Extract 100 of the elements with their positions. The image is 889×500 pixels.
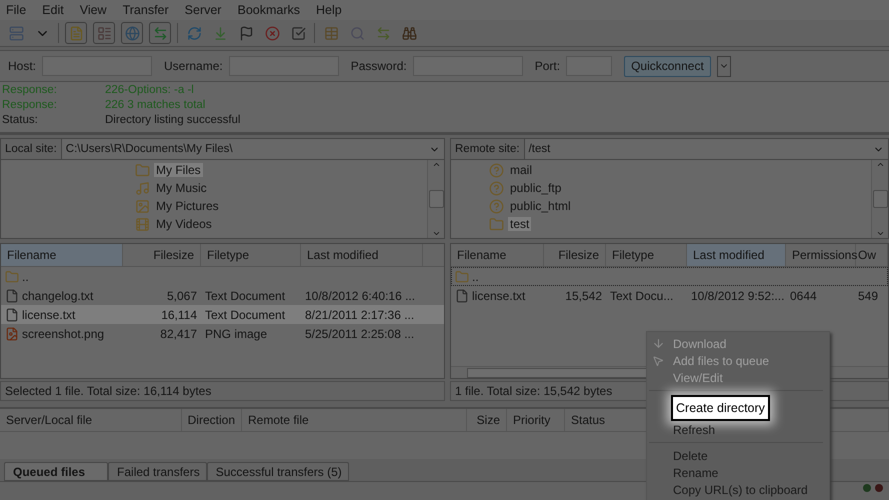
table-cell: Text Docu...	[610, 288, 674, 302]
tree-item[interactable]: My Files	[154, 163, 203, 177]
menu-item[interactable]: Help	[316, 3, 342, 17]
scroll-thumb[interactable]	[428, 190, 444, 208]
column-header[interactable]: Remote file	[242, 409, 467, 431]
image-file-icon	[5, 326, 19, 340]
table-cell: 16,114	[161, 308, 197, 322]
column-header[interactable]: Filetype	[201, 244, 301, 266]
log-message: Directory listing successful	[105, 114, 242, 128]
table-cell: PNG image	[205, 326, 268, 340]
table-cell: 5/25/2011 2:25:08 ...	[305, 326, 414, 340]
tree-item[interactable]: My Videos	[154, 217, 214, 231]
scroll-up-icon[interactable]	[432, 160, 440, 169]
file-row[interactable]: screenshot.png 82,417 PNG image 5/25/2011 2:25:08 ...	[1, 324, 444, 343]
scrollbar[interactable]	[427, 160, 444, 238]
path-combobox[interactable]: C:\Users\R\Documents\My Files\	[62, 139, 444, 159]
table-cell: 15,542	[565, 288, 602, 302]
column-header[interactable]: Permissions	[786, 244, 856, 266]
column-header[interactable]: Filesize	[544, 244, 606, 266]
menu-item[interactable]: Copy URL(s) to clipboard	[673, 482, 808, 496]
column-header[interactable]: Filename	[1, 244, 123, 266]
file-row[interactable]: changelog.txt 5,067 Text Document 10/8/2012 6:40:16 ...	[1, 286, 444, 305]
scroll-thumb[interactable]	[872, 190, 888, 208]
tree-item[interactable]: mail	[508, 163, 534, 177]
folder-icon	[455, 270, 469, 284]
file-row[interactable]: ..	[1, 267, 444, 286]
log-label: Status:	[2, 114, 39, 128]
menu-item[interactable]: Create directory	[671, 395, 770, 421]
document-icon	[5, 308, 19, 322]
document-icon	[5, 288, 19, 302]
file-row[interactable]: ..	[451, 267, 888, 286]
document-icon	[455, 288, 469, 302]
file-name: ..	[22, 270, 29, 284]
path-combobox[interactable]: /test	[524, 139, 888, 159]
column-header[interactable]: Filename	[451, 244, 544, 266]
column-header[interactable]: Size	[467, 409, 507, 431]
log-message: 226-Options: -a -l	[105, 84, 195, 98]
menu-item[interactable]: Rename	[673, 466, 718, 480]
video-folder-icon	[135, 216, 150, 232]
field-label: Username:	[164, 59, 223, 73]
file-name: license.txt	[22, 308, 76, 322]
column-header[interactable]: Server/Local file	[0, 409, 182, 431]
scroll-down-icon[interactable]	[876, 229, 884, 238]
file-name: license.txt	[472, 288, 526, 302]
column-header[interactable]: Ow	[856, 244, 888, 266]
tree-item[interactable]: public_html	[508, 199, 573, 213]
table-cell: 549	[858, 288, 878, 302]
music-folder-icon	[135, 180, 150, 196]
field-label: Password:	[350, 59, 407, 73]
question-folder-icon	[489, 162, 504, 178]
log-label: Response:	[2, 99, 58, 113]
file-row[interactable]: license.txt 16,114 Text Document 8/21/2011 2:17:36 ...	[1, 305, 444, 324]
menu-item[interactable]: View	[80, 3, 107, 17]
tab[interactable]: Queued files	[4, 462, 108, 481]
tree-item[interactable]: test	[508, 217, 532, 231]
pointer-icon	[652, 354, 664, 366]
scroll-up-icon[interactable]	[876, 160, 884, 169]
tab[interactable]: Successful transfers (5)	[206, 462, 349, 481]
table-cell: Text Document	[205, 308, 286, 322]
file-name: screenshot.png	[22, 326, 104, 340]
tree-item[interactable]: My Music	[154, 181, 209, 195]
table-cell: 10/8/2012 9:52:...	[691, 288, 784, 302]
scroll-down-icon[interactable]	[432, 229, 440, 238]
scrollbar[interactable]	[871, 160, 888, 238]
folder-icon	[5, 270, 19, 284]
question-folder-icon	[489, 198, 504, 214]
tab[interactable]: Failed transfers	[108, 462, 207, 481]
dropdown-button[interactable]	[716, 56, 731, 76]
status-text: Selected 1 file. Total size: 16,114 bytes	[0, 381, 445, 401]
tree-item[interactable]: public_ftp	[508, 181, 564, 195]
file-name: ..	[472, 270, 479, 284]
folder-icon	[489, 216, 504, 232]
file-row[interactable]: license.txt 15,542 Text Docu... 10/8/2012 9:52:... 0644 549	[451, 286, 888, 305]
file-name: changelog.txt	[22, 288, 94, 302]
column-header[interactable]: Priority	[507, 409, 565, 431]
tree-item[interactable]: My Pictures	[154, 199, 221, 213]
field-label: Host:	[8, 59, 36, 73]
pictures-folder-icon	[135, 198, 150, 214]
menu-item[interactable]: File	[6, 3, 26, 17]
table-cell: 5,067	[166, 288, 197, 302]
menu-item[interactable]: Edit	[42, 3, 64, 17]
column-header[interactable]: Filesize	[123, 244, 201, 266]
menu-item[interactable]: Transfer	[122, 3, 169, 17]
column-header[interactable]: Last modified	[687, 244, 786, 266]
log-label: Response:	[2, 84, 58, 98]
menu-item[interactable]: Delete	[673, 448, 708, 462]
menu-item[interactable]: Bookmarks	[237, 3, 300, 17]
table-cell: 8/21/2011 2:17:36 ...	[305, 308, 414, 322]
column-header[interactable]: Last modified	[301, 244, 423, 266]
arrow-down-icon	[652, 337, 665, 350]
scroll-thumb[interactable]	[467, 368, 649, 378]
table-cell: 0644	[790, 288, 817, 302]
menu-item[interactable]: Refresh	[673, 422, 716, 436]
log-message: 226 3 matches total	[105, 99, 206, 113]
quickconnect-button[interactable]: Quickconnect	[624, 56, 711, 76]
column-header[interactable]: Direction	[182, 409, 242, 431]
table-cell: Text Document	[205, 288, 286, 302]
question-folder-icon	[489, 180, 504, 196]
menu-item[interactable]: Server	[184, 3, 222, 17]
table-cell: 82,417	[160, 326, 197, 340]
